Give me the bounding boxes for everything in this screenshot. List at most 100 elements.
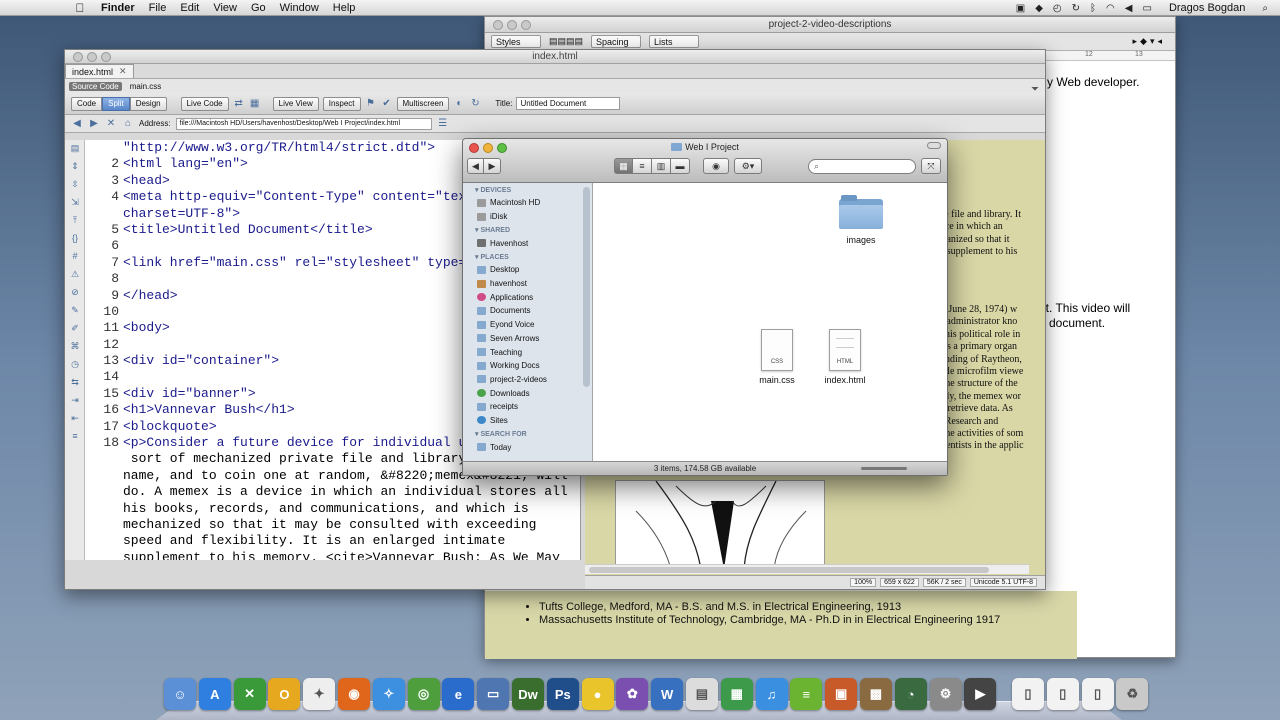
sidebar-item-teaching[interactable]: Teaching (463, 345, 592, 359)
dock-itunes-icon[interactable]: ♫ (755, 678, 788, 710)
syntax-error-icon[interactable]: ⊘ (69, 287, 81, 299)
menu-go[interactable]: Go (244, 2, 273, 14)
remove-comment-icon[interactable]: ✐ (69, 323, 81, 335)
lists-select[interactable]: Lists (649, 35, 700, 48)
dock-doc-3-icon[interactable]: ▯ (1081, 678, 1114, 710)
finder-content[interactable]: images CSS main.css HTML index.html (594, 183, 947, 461)
back-icon[interactable]: ◀ (71, 118, 83, 130)
search-input[interactable]: ⌕ (808, 158, 916, 174)
toolbar-toggle-button[interactable] (927, 142, 941, 149)
icon-size-slider[interactable] (861, 467, 907, 470)
format-source-icon[interactable]: ≡ (69, 431, 81, 443)
source-code-button[interactable]: Source Code (69, 81, 122, 91)
tab-index-html[interactable]: index.html ✕ (65, 64, 134, 78)
visual-aids-icon[interactable]: ▦ (249, 98, 261, 110)
menu-file[interactable]: File (142, 2, 174, 14)
sidebar-section-header[interactable]: ▾ SHARED (463, 223, 592, 236)
select-parent-icon[interactable]: ⤒ (69, 215, 81, 227)
check-icon[interactable]: ✔ (381, 98, 393, 110)
sidebar-section-header[interactable]: ▾ SEARCH FOR (463, 427, 592, 440)
menu-window[interactable]: Window (273, 2, 326, 14)
bluetooth-icon[interactable]: ᛒ (1090, 3, 1096, 14)
home-icon[interactable]: ⌂ (122, 118, 134, 130)
menu-help[interactable]: Help (326, 2, 363, 14)
path-button[interactable]: ⤧ (921, 158, 941, 174)
sync-icon[interactable]: ↻ (1072, 3, 1080, 14)
title-input[interactable]: Untitled Document (516, 97, 621, 110)
dock-spotify-icon[interactable]: ≡ (790, 678, 823, 710)
refresh-icon[interactable]: ↻ (469, 98, 481, 110)
spotlight-icon[interactable]: ⌕ (1262, 3, 1268, 14)
battery-icon[interactable]: ▭ (1142, 3, 1151, 14)
sidebar-item-working-docs[interactable]: Working Docs (463, 359, 592, 373)
sidebar-item-sites[interactable]: Sites (463, 414, 592, 428)
timemachine-icon[interactable]: ◴ (1053, 3, 1062, 14)
stop-icon[interactable]: ✕ (105, 118, 117, 130)
preview-browser-icon[interactable]: ◐ (453, 98, 465, 110)
wrap-tag-icon[interactable]: ⌘ (69, 341, 81, 353)
textedit-titlebar[interactable]: project-2-video-descriptions (485, 17, 1175, 33)
dock-doc-2-icon[interactable]: ▯ (1046, 678, 1079, 710)
file-main-css[interactable]: CSS main.css (742, 329, 812, 385)
filter-icon[interactable]: ⏷ (1031, 84, 1039, 95)
coverflow-view-button[interactable]: ▬ (671, 158, 690, 174)
dock-photoshop-icon[interactable]: Ps (546, 678, 579, 710)
folder-images[interactable]: images (826, 195, 896, 245)
sidebar-item-receipts[interactable]: receipts (463, 400, 592, 414)
collapse-tag-icon[interactable]: ⇕ (69, 161, 81, 173)
window-size-select[interactable]: 659 x 622 (880, 578, 919, 587)
sidebar-item-macintosh-hd[interactable]: Macintosh HD (463, 196, 592, 210)
sidebar-scrollbar[interactable] (583, 187, 590, 387)
dock-jar-icon[interactable]: ▣ (825, 678, 858, 710)
outdent-icon[interactable]: ⇤ (69, 413, 81, 425)
dock-chrome-icon[interactable]: ◎ (407, 678, 440, 710)
dock-app-x-icon[interactable]: ✕ (233, 678, 266, 710)
apply-comment-icon[interactable]: ✎ (69, 305, 81, 317)
menu-app-name[interactable]: Finder (94, 2, 142, 14)
finder-toolbar[interactable]: Web I Project ◀ ▶ ▦ ≡ ▥ ▬ ◉ ⚙▾ ⌕ ⤧ (463, 139, 947, 183)
code-line[interactable]: do. A memex is a device in which an indi… (123, 484, 568, 500)
design-horizontal-scrollbar[interactable] (585, 564, 1029, 574)
icon-view-button[interactable]: ▦ (614, 158, 633, 174)
file-index-html[interactable]: HTML index.html (810, 329, 880, 385)
wifi-icon[interactable]: ◠ (1106, 3, 1115, 14)
sidebar-item-today[interactable]: Today (463, 440, 592, 454)
list-view-button[interactable]: ≡ (633, 158, 652, 174)
dock-trash-icon[interactable]: ♻ (1116, 678, 1149, 710)
dock-firefox-icon[interactable]: ◉ (337, 678, 370, 710)
sidebar-section-header[interactable]: ▾ PLACES (463, 250, 592, 263)
styles-select[interactable]: Styles (491, 35, 541, 48)
refresh-design-icon[interactable]: ⇄ (233, 98, 245, 110)
code-line[interactable]: speed and flexibility. It is an enlarged… (123, 533, 568, 549)
related-file-main-css[interactable]: main.css (130, 82, 162, 91)
code-line[interactable]: mechanized so that it may be consulted w… (123, 517, 568, 533)
sidebar-item-havenhost[interactable]: havenhost (463, 277, 592, 291)
dock-media-icon[interactable]: ▭ (477, 678, 510, 710)
apple-menu-icon[interactable]:  (66, 1, 94, 15)
dock-app-dance-icon[interactable]: ✦ (303, 678, 336, 710)
dock-system-prefs-icon[interactable]: ⚙ (929, 678, 962, 710)
indent-icon[interactable]: ⇥ (69, 395, 81, 407)
action-menu-button[interactable]: ⚙▾ (734, 158, 762, 174)
design-view-button[interactable]: Design (129, 96, 167, 111)
split-view-button[interactable]: Split (102, 96, 130, 111)
column-view-button[interactable]: ▥ (652, 158, 671, 174)
back-button[interactable]: ◀ (467, 158, 484, 174)
multiscreen-button[interactable]: Multiscreen (396, 96, 450, 111)
sidebar-item-downloads[interactable]: Downloads (463, 386, 592, 400)
dock-numbers-icon[interactable]: ▦ (720, 678, 753, 710)
volume-icon[interactable]: ◀ (1125, 3, 1133, 14)
camera-icon[interactable]: ▣ (1016, 3, 1025, 14)
balance-braces-icon[interactable]: {} (69, 233, 81, 245)
dock-app-store-icon[interactable]: A (198, 678, 231, 710)
nav-options-icon[interactable]: ☰ (437, 118, 449, 130)
quicklook-button[interactable]: ◉ (703, 158, 729, 174)
align-buttons[interactable]: ▤▤▤▤ (549, 36, 583, 47)
sidebar-section-header[interactable]: ▾ DEVICES (463, 183, 592, 196)
dropbox-icon[interactable]: ◆ (1035, 3, 1043, 14)
menu-view[interactable]: View (206, 2, 244, 14)
expand-all-icon[interactable]: ⇲ (69, 197, 81, 209)
sidebar-item-documents[interactable]: Documents (463, 304, 592, 318)
menu-user-name[interactable]: Dragos Bogdan (1162, 2, 1252, 14)
move-css-icon[interactable]: ⇆ (69, 377, 81, 389)
